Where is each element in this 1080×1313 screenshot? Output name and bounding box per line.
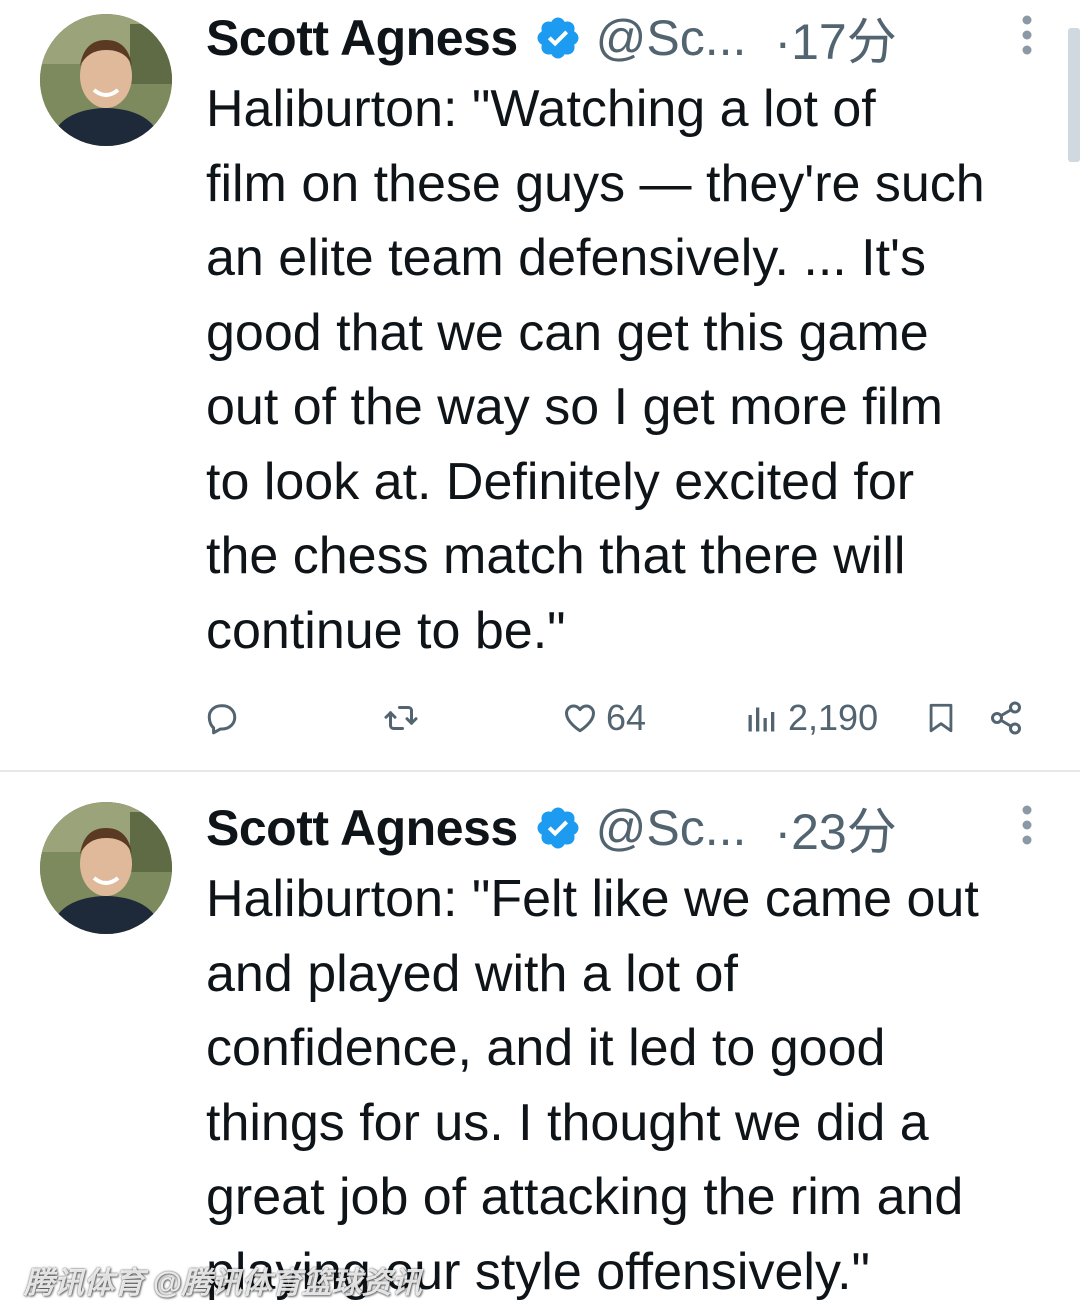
views-chart-icon xyxy=(744,700,780,736)
tweet-text-line: continue to be." xyxy=(206,601,566,660)
author-name[interactable]: Scott Agness xyxy=(206,799,518,857)
more-vertical-icon[interactable] xyxy=(1020,804,1034,846)
verified-badge-icon xyxy=(534,14,582,62)
retweet-button[interactable] xyxy=(382,690,420,746)
bookmark-icon xyxy=(924,699,958,737)
bookmark-button[interactable] xyxy=(924,690,958,746)
tweet-text-line: great job of attacking the rim and xyxy=(206,1168,964,1226)
tweet-text-line: Haliburton: "Watching a lot of xyxy=(206,80,876,138)
tweet-text-line: out of the way so I get more film xyxy=(206,378,943,436)
tweet-text-line: and played with a lot of xyxy=(206,944,738,1003)
tweet-text-line: an elite team defensively. ... It's xyxy=(206,229,926,287)
views-count: 2,190 xyxy=(788,697,879,738)
retweet-icon xyxy=(382,700,420,736)
tweet-text-line: to look at. Definitely excited for xyxy=(206,452,915,511)
tweet-text: Haliburton: "Watching a lot of film on t… xyxy=(206,72,1051,668)
author-handle[interactable]: @Sc... xyxy=(596,799,747,857)
views-button[interactable]: 2,190 xyxy=(744,690,878,746)
timestamp[interactable]: ·17分 xyxy=(774,2,896,74)
tweet-text-line: good that we can get this game xyxy=(206,303,929,362)
more-vertical-icon[interactable] xyxy=(1020,14,1034,56)
author-name[interactable]: Scott Agness xyxy=(206,9,518,67)
heart-icon xyxy=(562,700,598,736)
tweet-header: Scott Agness @Sc... ·17分 xyxy=(206,8,1040,70)
timestamp[interactable]: ·23分 xyxy=(774,792,896,864)
tweet-header: Scott Agness @Sc... ·23分 xyxy=(206,798,1040,860)
author-handle[interactable]: @Sc... xyxy=(596,9,747,67)
like-count: 64 xyxy=(606,697,647,738)
reply-icon xyxy=(204,700,240,736)
tweet-text-line: Haliburton: "Felt like we came out xyxy=(206,870,979,928)
share-icon xyxy=(988,700,1024,736)
share-button[interactable] xyxy=(988,690,1024,746)
tweet-text-line: film on these guys — they're such xyxy=(206,154,985,213)
avatar[interactable] xyxy=(40,802,172,934)
tweet-actions: 64 2,190 xyxy=(0,690,1080,746)
tweet-text-line: things for us. I thought we did a xyxy=(206,1093,929,1152)
like-button[interactable]: 64 xyxy=(562,690,646,746)
tweet[interactable]: Scott Agness @Sc... ·17分 Haliburton: "Wa… xyxy=(0,0,1080,770)
verified-badge-icon xyxy=(534,804,582,852)
reply-button[interactable] xyxy=(204,690,240,746)
tweet-text-line: the chess match that there will xyxy=(206,527,906,585)
avatar[interactable] xyxy=(40,14,172,146)
tweet-text: Haliburton: "Felt like we came out and p… xyxy=(206,862,1051,1309)
watermark: 腾讯体育 @腾讯体育篮球资讯 xyxy=(24,1267,422,1300)
tweet-text-line: confidence, and it led to good xyxy=(206,1019,886,1077)
tweet[interactable]: Scott Agness @Sc... ·23分 Haliburton: "Fe… xyxy=(0,772,1080,1313)
